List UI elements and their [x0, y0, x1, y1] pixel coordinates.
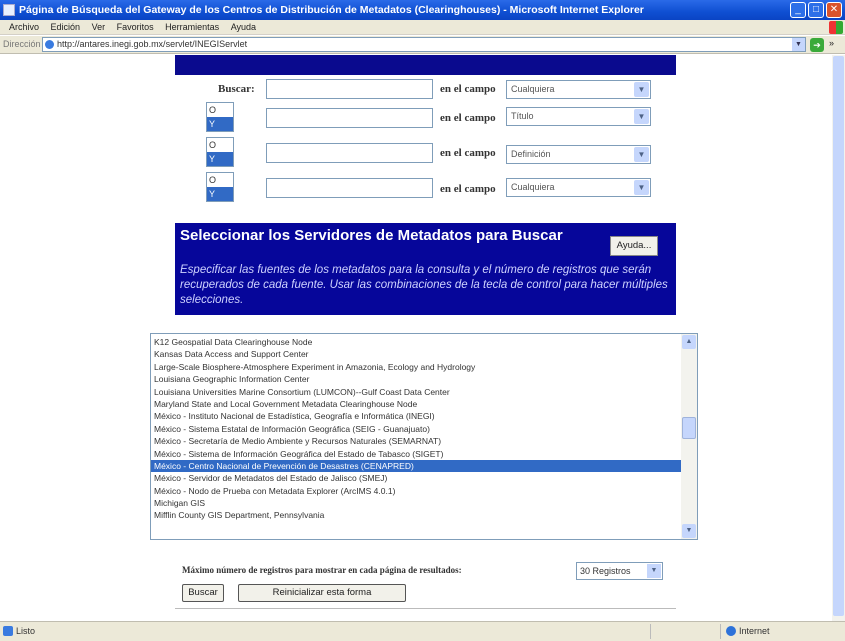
internet-globe-icon	[726, 626, 736, 636]
server-list-item[interactable]: Michigan GIS	[151, 497, 681, 509]
search-term-input-1[interactable]	[266, 79, 433, 99]
campo-label: en el campo	[440, 147, 496, 159]
panel-heading: Seleccionar los Servidores de Metadatos …	[180, 227, 563, 244]
server-list-item[interactable]: México - Instituto Nacional de Estadísti…	[151, 410, 681, 422]
chevron-down-icon[interactable]: ▼	[634, 109, 649, 124]
server-list-item[interactable]: Mifflin County GIS Department, Pennsylva…	[151, 509, 681, 521]
reset-form-button[interactable]: Reinicializar esta forma	[238, 584, 406, 602]
toolbar-more-button[interactable]: »	[829, 38, 834, 48]
scrollbar-thumb[interactable]	[682, 417, 696, 439]
windows-logo-icon	[829, 21, 843, 34]
go-button[interactable]: ➔	[810, 38, 824, 52]
server-list-item[interactable]: México - Secretaría de Medio Ambiente y …	[151, 435, 681, 447]
help-button[interactable]: Ayuda...	[610, 236, 658, 256]
panel-description: Especificar las fuentes de los metadatos…	[180, 264, 668, 306]
server-list-item[interactable]: México - Sistema de Información Geográfi…	[151, 448, 681, 460]
operator-or[interactable]: O	[207, 138, 233, 152]
operator-select-2[interactable]: O Y	[206, 102, 234, 132]
server-list-item[interactable]: México - Centro Nacional de Prevención d…	[151, 459, 681, 473]
server-list-item[interactable]: Louisiana Universities Marine Consortium…	[151, 386, 681, 398]
campo-label: en el campo	[440, 183, 496, 195]
page-scrollbar[interactable]	[832, 55, 845, 621]
buscar-button[interactable]: Buscar	[182, 584, 224, 602]
scroll-down-icon[interactable]: ▼	[682, 524, 696, 538]
maximize-button[interactable]: □	[808, 2, 824, 18]
menu-bar: Archivo Edición Ver Favoritos Herramient…	[0, 20, 845, 35]
server-list-item[interactable]: México - Servidor de Metadatos del Estad…	[151, 472, 681, 484]
menu-ayuda[interactable]: Ayuda	[231, 22, 256, 32]
max-results-select[interactable]: 30 Registros ▼	[576, 562, 663, 580]
field-select-1[interactable]: Cualquiera ▼	[506, 80, 651, 99]
max-results-value: 30 Registros	[580, 566, 631, 576]
search-term-input-2[interactable]	[266, 108, 433, 128]
address-input[interactable]: http://antares.inegi.gob.mx/servlet/INEG…	[42, 37, 806, 52]
server-listbox[interactable]: K12 Geospatial Data Clearinghouse Node Ka…	[150, 333, 698, 540]
field-select-value: Cualquiera	[511, 84, 555, 94]
scroll-up-icon[interactable]: ▲	[682, 335, 696, 349]
status-bar: Listo Internet	[0, 621, 845, 641]
operator-or[interactable]: O	[207, 103, 233, 117]
ie-page-icon	[3, 4, 15, 16]
title-bar: Página de Búsqueda del Gateway de los Ce…	[0, 0, 845, 20]
operator-and[interactable]: Y	[207, 187, 233, 201]
field-select-value: Cualquiera	[511, 182, 555, 192]
server-list-item[interactable]: Kansas Data Access and Support Center	[151, 348, 681, 360]
ie-page-icon	[45, 40, 54, 49]
listbox-scrollbar[interactable]: ▲ ▼	[681, 334, 697, 539]
operator-and[interactable]: Y	[207, 152, 233, 166]
campo-label: en el campo	[440, 112, 496, 124]
address-url: http://antares.inegi.gob.mx/servlet/INEG…	[57, 39, 248, 49]
operator-and[interactable]: Y	[207, 117, 233, 131]
status-text: Listo	[16, 626, 36, 636]
search-term-input-3[interactable]	[266, 143, 433, 163]
server-list-item[interactable]: Louisiana Geographic Information Center	[151, 373, 681, 385]
chevron-down-icon[interactable]: ▼	[634, 82, 649, 97]
security-zone: Internet	[739, 626, 770, 636]
server-list-item[interactable]: México - Sistema Estatal de Información …	[151, 423, 681, 435]
server-list-item[interactable]: Maryland State and Local Government Meta…	[151, 398, 681, 410]
divider	[720, 624, 721, 639]
field-select-value: Definición	[511, 149, 551, 159]
divider	[650, 624, 651, 639]
divider	[175, 608, 676, 609]
chevron-down-icon[interactable]: ▼	[792, 38, 805, 51]
operator-select-3[interactable]: O Y	[206, 137, 234, 167]
server-list-item[interactable]: México - Nodo de Prueba con Metadata Exp…	[151, 485, 681, 497]
header-band	[175, 55, 676, 75]
field-select-4[interactable]: Cualquiera ▼	[506, 178, 651, 197]
scrollbar-thumb[interactable]	[833, 56, 844, 616]
menu-herramientas[interactable]: Herramientas	[165, 22, 219, 32]
menu-ver[interactable]: Ver	[92, 22, 106, 32]
campo-label: en el campo	[440, 83, 496, 95]
operator-or[interactable]: O	[207, 173, 233, 187]
menu-favoritos[interactable]: Favoritos	[117, 22, 154, 32]
operator-select-4[interactable]: O Y	[206, 172, 234, 202]
field-select-2[interactable]: Título ▼	[506, 107, 651, 126]
address-bar: Dirección http://antares.inegi.gob.mx/se…	[0, 36, 845, 54]
server-select-panel: Seleccionar los Servidores de Metadatos …	[175, 223, 676, 315]
server-list-item[interactable]: K12 Geospatial Data Clearinghouse Node	[151, 336, 681, 348]
buscar-label: Buscar:	[218, 83, 255, 95]
field-select-value: Título	[511, 111, 534, 121]
field-select-3[interactable]: Definición ▼	[506, 145, 651, 164]
close-button[interactable]: ✕	[826, 2, 842, 18]
page-status-icon	[3, 626, 13, 636]
address-label: Dirección	[3, 39, 41, 49]
server-list-item[interactable]: Large-Scale Biosphere-Atmosphere Experim…	[151, 361, 681, 373]
window-title: Página de Búsqueda del Gateway de los Ce…	[19, 4, 644, 16]
page-content: Buscar: en el campo Cualquiera ▼ O Y en …	[0, 55, 845, 621]
server-list-rows: K12 Geospatial Data Clearinghouse Node Ka…	[151, 334, 681, 539]
menu-archivo[interactable]: Archivo	[9, 22, 39, 32]
max-results-label: Máximo número de registros para mostrar …	[182, 565, 462, 575]
chevron-down-icon[interactable]: ▼	[634, 180, 649, 195]
chevron-down-icon[interactable]: ▼	[634, 147, 649, 162]
chevron-down-icon[interactable]: ▼	[647, 564, 661, 578]
menu-edicion[interactable]: Edición	[51, 22, 81, 32]
search-term-input-4[interactable]	[266, 178, 433, 198]
minimize-button[interactable]: _	[790, 2, 806, 18]
